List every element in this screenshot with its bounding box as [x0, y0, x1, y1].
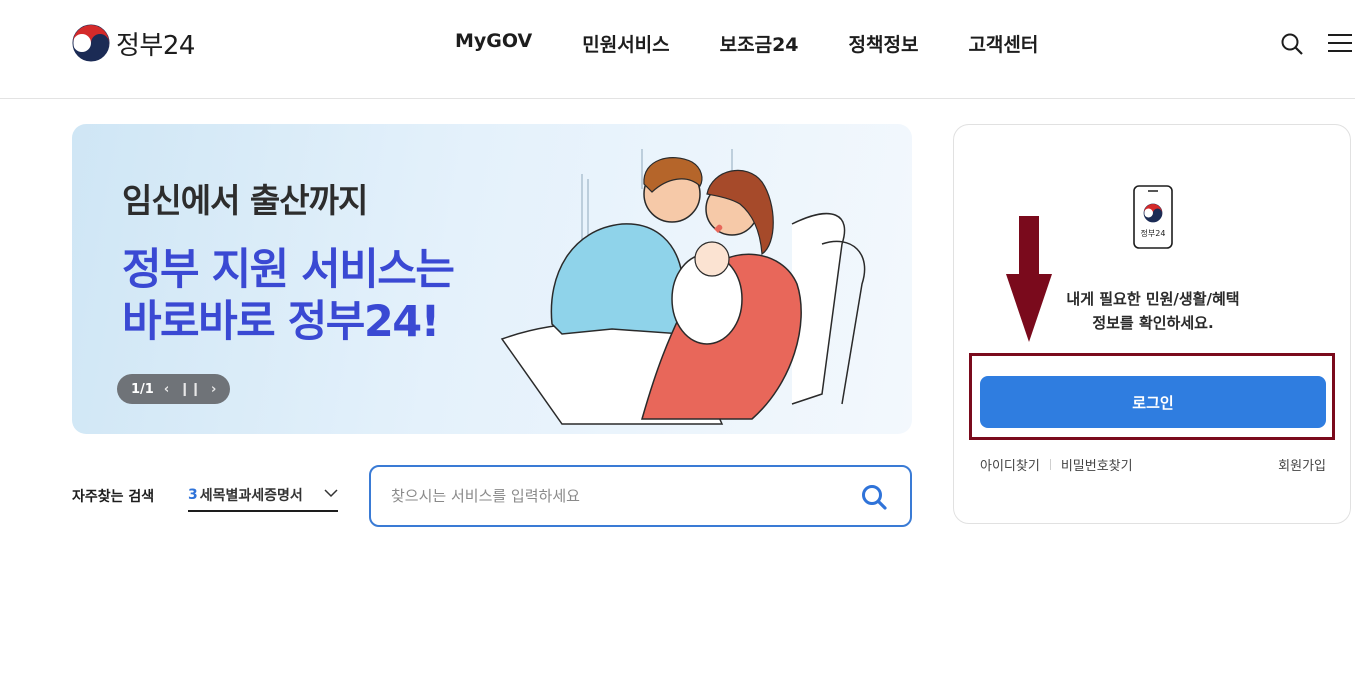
find-password-link[interactable]: 비밀번호찾기 — [1061, 455, 1133, 474]
nav-item-civil-services[interactable]: 민원서비스 — [557, 30, 694, 57]
banner-title-line1: 정부 지원 서비스는 — [122, 245, 455, 295]
signup-link[interactable]: 회원가입 — [1278, 455, 1326, 474]
find-id-link[interactable]: 아이디찾기 — [980, 455, 1040, 474]
frequent-search-rank: 3 — [188, 487, 198, 503]
taegeuk-logo-icon — [72, 24, 110, 62]
frequent-search-dropdown[interactable]: 3 세목별과세증명서 — [188, 480, 338, 512]
service-search-input[interactable] — [391, 483, 831, 509]
login-links: 아이디찾기 비밀번호찾기 회원가입 — [980, 455, 1326, 474]
chevron-right-icon[interactable]: › — [211, 382, 216, 397]
banner-slider-control: 1/1 ‹ ❙❙ › — [117, 374, 230, 404]
main-banner[interactable]: 임신에서 출산까지 정부 지원 서비스는 바로바로 정부24! 1/1 ‹ ❙❙… — [72, 124, 912, 434]
service-search-box — [369, 465, 912, 527]
chevron-left-icon[interactable]: ‹ — [164, 382, 169, 397]
site-header: 정부24 MyGOV 민원서비스 보조금24 정책정보 고객센터 — [0, 0, 1355, 99]
banner-pager: 1/1 — [131, 381, 154, 397]
frequent-search-label: 자주찾는 검색 — [72, 489, 155, 505]
search-icon[interactable] — [1280, 32, 1304, 56]
divider — [1049, 459, 1051, 470]
frequent-search-value: 세목별과세증명서 — [199, 488, 303, 504]
login-highlight-box — [969, 353, 1335, 440]
logo-text: 정부24 — [116, 30, 195, 61]
main-nav: MyGOV 민원서비스 보조금24 정책정보 고객센터 — [430, 30, 1063, 57]
nav-item-policy-info[interactable]: 정책정보 — [824, 30, 944, 57]
search-icon[interactable] — [860, 483, 888, 511]
mobile-phone-icon: 정부24 — [1133, 185, 1173, 249]
arrow-down-icon — [1006, 216, 1052, 342]
pause-icon[interactable]: ❙❙ — [179, 382, 201, 397]
nav-item-subsidy24[interactable]: 보조금24 — [695, 30, 824, 57]
hamburger-menu-icon[interactable] — [1328, 34, 1352, 54]
banner-title: 정부 지원 서비스는 바로바로 정부24! — [122, 244, 455, 348]
banner-subtitle: 임신에서 출산까지 — [122, 181, 368, 220]
family-illustration-icon — [500, 149, 866, 425]
site-logo[interactable]: 정부24 — [72, 24, 195, 62]
nav-item-customer-center[interactable]: 고객센터 — [943, 30, 1063, 57]
chevron-down-icon — [324, 489, 338, 498]
banner-title-line2: 바로바로 정부24! — [122, 297, 440, 347]
phone-label: 정부24 — [1141, 228, 1166, 238]
nav-item-mygov[interactable]: MyGOV — [430, 30, 557, 57]
